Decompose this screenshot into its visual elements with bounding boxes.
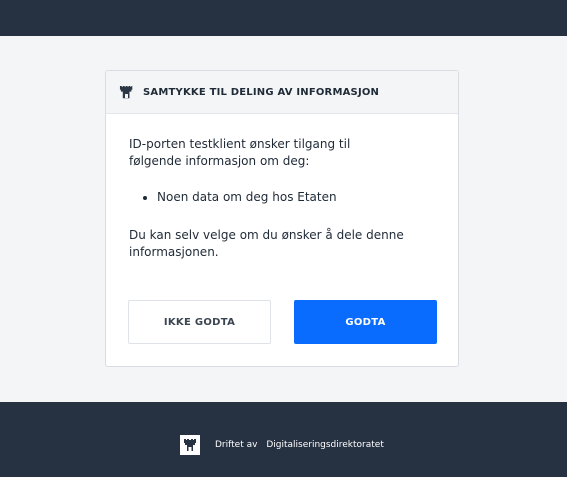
footer-content: Driftet av Digitaliseringsdirektoratet: [180, 435, 390, 455]
top-bar: [0, 0, 567, 36]
castle-logo-icon: [180, 435, 200, 455]
info-list: Noen data om deg hos Etaten: [157, 189, 435, 206]
footer-organization[interactable]: Digitaliseringsdirektoratet: [266, 440, 384, 450]
main-area: SAMTYKKE TIL DELING AV INFORMASJON ID-po…: [0, 36, 567, 402]
footer: Driftet av Digitaliseringsdirektoratet: [0, 402, 567, 477]
list-item: Noen data om deg hos Etaten: [157, 189, 435, 206]
card-body: ID-porten testklient ønsker tilgang til …: [106, 114, 458, 261]
intro-text: ID-porten testklient ønsker tilgang til …: [129, 137, 351, 168]
button-row: IKKE GODTA GODTA: [128, 300, 437, 344]
decline-button[interactable]: IKKE GODTA: [128, 300, 271, 344]
consent-card: SAMTYKKE TIL DELING AV INFORMASJON ID-po…: [105, 70, 459, 367]
accept-button[interactable]: GODTA: [294, 300, 437, 344]
footer-text: Driftet av Digitaliseringsdirektoratet: [215, 440, 390, 450]
castle-icon: [119, 85, 134, 100]
card-header: SAMTYKKE TIL DELING AV INFORMASJON: [106, 71, 458, 114]
card-title: SAMTYKKE TIL DELING AV INFORMASJON: [143, 86, 380, 98]
footer-prefix: Driftet av: [215, 440, 258, 450]
outro-text: Du kan selv velge om du ønsker å dele de…: [129, 228, 404, 259]
